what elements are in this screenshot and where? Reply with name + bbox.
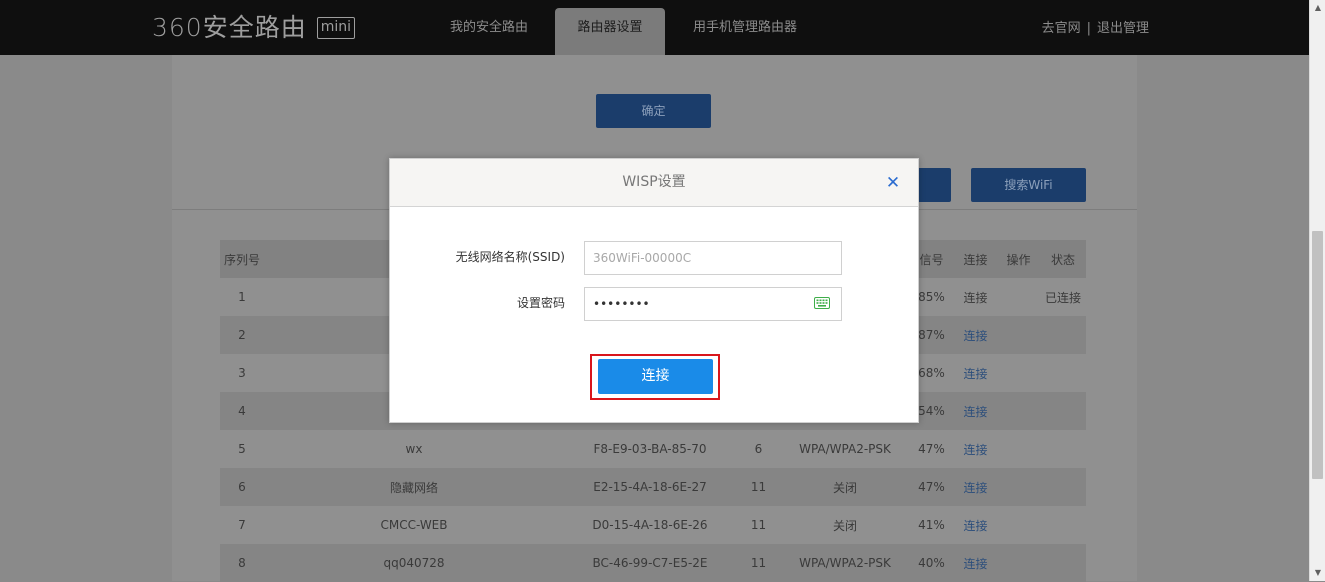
- row-index: 5: [238, 442, 246, 456]
- top-navigation-bar: 360安全路由 mini 我的安全路由 路由器设置 用手机管理路由器 去官网 | 退…: [0, 0, 1309, 55]
- row-operate: [997, 392, 1040, 430]
- row-index: 3: [238, 366, 246, 380]
- logo-mini-badge: mini: [316, 17, 356, 39]
- row-status: [1040, 506, 1086, 544]
- row-name: qq040728: [383, 556, 445, 570]
- row-signal: 40%: [918, 556, 945, 570]
- row-index: 6: [238, 480, 246, 494]
- password-row: 设置密码: [390, 287, 920, 321]
- row-encryption: WPA/WPA2-PSK: [799, 556, 891, 570]
- row-operate: [997, 278, 1040, 316]
- wisp-settings-dialog: WISP设置 ✕ 无线网络名称(SSID) 设置密码 连接: [389, 158, 919, 423]
- row-mac: E2-15-4A-18-6E-27: [593, 480, 707, 494]
- row-mac: F8-E9-03-BA-85-70: [593, 442, 707, 456]
- row-index: 1: [238, 290, 246, 304]
- header-operate: 操作: [1006, 252, 1031, 267]
- row-status: [1040, 316, 1086, 354]
- header-index: 序列号: [223, 252, 260, 267]
- header-status: 状态: [1050, 252, 1075, 267]
- link-separator: |: [1086, 21, 1091, 36]
- connect-button[interactable]: 连接: [598, 359, 713, 394]
- row-operate: [997, 468, 1040, 506]
- official-site-link[interactable]: 去官网: [1042, 21, 1081, 36]
- tab-my-router[interactable]: 我的安全路由: [434, 0, 544, 55]
- table-row: 6 隐藏网络 E2-15-4A-18-6E-27 11 关闭 47% 连接: [220, 468, 1086, 506]
- close-icon[interactable]: ✕: [884, 174, 902, 192]
- row-signal: 41%: [918, 518, 945, 532]
- row-connect-link[interactable]: 连接: [954, 392, 997, 430]
- row-index: 4: [238, 404, 246, 418]
- row-operate: [997, 506, 1040, 544]
- ssid-label: 无线网络名称(SSID): [455, 250, 565, 264]
- tab-router-settings[interactable]: 路由器设置: [555, 8, 665, 55]
- row-status: [1040, 544, 1086, 582]
- password-input[interactable]: [584, 287, 842, 321]
- logout-link[interactable]: 退出管理: [1097, 21, 1149, 36]
- row-status: [1040, 468, 1086, 506]
- row-status: [1040, 392, 1086, 430]
- dialog-title: WISP设置: [622, 174, 686, 190]
- row-signal: 47%: [918, 442, 945, 456]
- row-connect-link[interactable]: 连接: [954, 430, 997, 468]
- row-encryption: WPA/WPA2-PSK: [799, 442, 891, 456]
- row-index: 2: [238, 328, 246, 342]
- row-encryption: 关闭: [832, 518, 857, 533]
- table-row: 7 CMCC-WEB D0-15-4A-18-6E-26 11 关闭 41% 连…: [220, 506, 1086, 544]
- row-operate: [997, 354, 1040, 392]
- row-operate: [997, 316, 1040, 354]
- confirm-button[interactable]: 确定: [596, 94, 711, 128]
- ssid-input[interactable]: [584, 241, 842, 275]
- row-status: [1040, 354, 1086, 392]
- table-row: 8 qq040728 BC-46-99-C7-E5-2E 11 WPA/WPA2…: [220, 544, 1086, 582]
- row-status: [1040, 430, 1086, 468]
- row-channel: 11: [750, 480, 767, 494]
- table-row: 5 wx F8-E9-03-BA-85-70 6 WPA/WPA2-PSK 47…: [220, 430, 1086, 468]
- row-name: 隐藏网络: [389, 480, 438, 495]
- row-signal: 47%: [918, 480, 945, 494]
- header-connect: 连接: [963, 252, 988, 267]
- row-mac: D0-15-4A-18-6E-26: [592, 518, 708, 532]
- page-scrollbar[interactable]: ▲ ▼: [1309, 0, 1325, 581]
- row-channel: 11: [750, 556, 767, 570]
- row-connect-link[interactable]: 连接: [954, 316, 997, 354]
- password-label: 设置密码: [516, 296, 565, 310]
- row-channel: 6: [754, 442, 763, 456]
- row-name: wx: [405, 442, 423, 456]
- row-connect-link[interactable]: 连接: [954, 468, 997, 506]
- scroll-up-arrow-icon[interactable]: ▲: [1310, 0, 1325, 16]
- row-operate: [997, 430, 1040, 468]
- ssid-row: 无线网络名称(SSID): [390, 241, 920, 275]
- row-index: 7: [238, 518, 246, 532]
- row-status: 已连接: [1044, 290, 1081, 305]
- row-index: 8: [238, 556, 246, 570]
- keyboard-icon[interactable]: [814, 297, 830, 309]
- scroll-thumb[interactable]: [1312, 231, 1323, 479]
- row-channel: 11: [750, 518, 767, 532]
- row-connect-link[interactable]: 连接: [954, 506, 997, 544]
- row-connect-status: 连接: [963, 290, 988, 305]
- search-wifi-button[interactable]: 搜索WiFi: [971, 168, 1086, 202]
- brand-logo[interactable]: 360安全路由 mini: [152, 13, 356, 42]
- row-operate: [997, 544, 1040, 582]
- tab-mobile-management[interactable]: 用手机管理路由器: [680, 0, 810, 55]
- scroll-down-arrow-icon[interactable]: ▼: [1310, 565, 1325, 581]
- row-connect-link[interactable]: 连接: [954, 544, 997, 582]
- row-connect-link[interactable]: 连接: [954, 354, 997, 392]
- logo-text: 360安全路由: [152, 13, 307, 42]
- row-encryption: 关闭: [832, 480, 857, 495]
- dialog-header: WISP设置 ✕: [390, 159, 918, 207]
- row-name: CMCC-WEB: [380, 518, 448, 532]
- top-links: 去官网 | 退出管理: [1042, 0, 1149, 55]
- row-mac: BC-46-99-C7-E5-2E: [592, 556, 708, 570]
